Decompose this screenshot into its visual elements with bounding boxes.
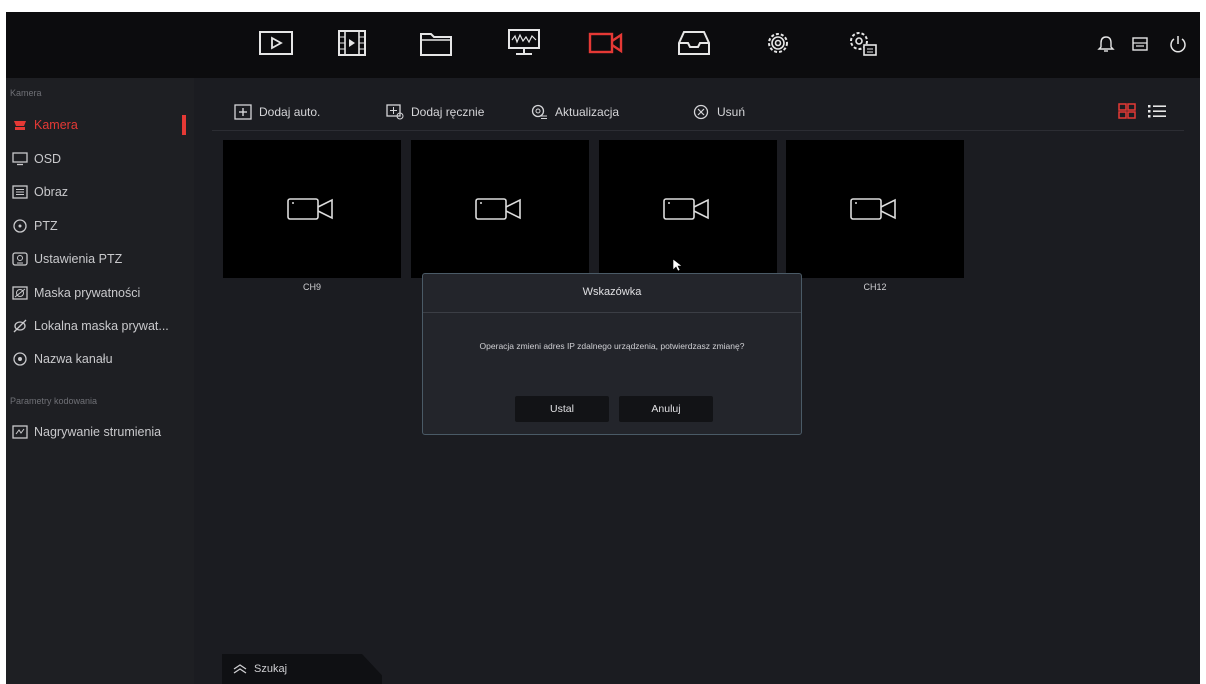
sidebar-item-label: Nagrywanie strumienia [34, 425, 162, 439]
channel-label: CH12 [863, 282, 887, 292]
folder-icon[interactable] [416, 26, 456, 60]
delete-button[interactable]: Usuń [692, 102, 745, 122]
search-tab[interactable]: Szukaj [222, 654, 382, 684]
sidebar-item-label: PTZ [34, 219, 58, 233]
mouse-cursor-icon [672, 258, 683, 272]
channel-tile-ch10[interactable] [411, 140, 589, 278]
sidebar-item-label: Lokalna maska prywat... [34, 319, 169, 333]
stream-record-icon [12, 425, 28, 439]
add-device-icon [386, 104, 404, 120]
monitor-waveform-icon[interactable] [504, 26, 544, 60]
close-circle-icon [692, 104, 710, 120]
add-manual-label: Dodaj ręcznie [411, 105, 485, 119]
sidebar-item-ptz-settings[interactable]: Ustawienia PTZ [6, 246, 194, 272]
sidebar-section-encoding-title: Parametry kodowania [10, 396, 98, 406]
sidebar-item-label: OSD [34, 152, 62, 166]
update-icon [530, 104, 548, 120]
sidebar: Kamera Kamera OSD Obraz PTZ Ustawienia P… [6, 78, 194, 684]
dialog-divider [423, 312, 801, 313]
update-button[interactable]: Aktualizacja [530, 102, 619, 122]
list-view-icon[interactable] [1146, 102, 1168, 120]
sidebar-section-camera-title: Kamera [10, 88, 42, 98]
camera-icon [475, 198, 521, 220]
channel-tile-ch11[interactable] [599, 140, 777, 278]
sidebar-item-label: Kamera [34, 118, 78, 132]
double-chevron-up-icon [232, 663, 248, 675]
dialog-message: Operacja zmieni adres IP zdalnego urządz… [479, 341, 745, 351]
channel-tile-ch12[interactable] [786, 140, 964, 278]
power-icon[interactable] [1166, 32, 1190, 56]
sidebar-item-label: Maska prywatności [34, 286, 141, 300]
image-settings-icon [12, 185, 28, 199]
sidebar-item-camera[interactable]: Kamera [6, 112, 194, 138]
top-nav-bar [6, 12, 1200, 78]
camera-icon [287, 198, 333, 220]
toolbar: Dodaj auto. Dodaj ręcznie Aktualizacja U… [212, 78, 1192, 142]
camera-icon [663, 198, 709, 220]
osd-monitor-icon [12, 152, 28, 166]
ptz-settings-icon [12, 252, 28, 266]
active-indicator [182, 115, 186, 135]
confirm-button[interactable]: Ustal [515, 396, 609, 422]
channel-name-icon [12, 352, 28, 366]
plus-box-icon [234, 104, 252, 120]
add-auto-label: Dodaj auto. [259, 105, 321, 119]
sidebar-item-label: Nazwa kanału [34, 352, 113, 366]
storage-icon[interactable] [674, 26, 714, 60]
ptz-icon [12, 219, 28, 233]
camera-icon [850, 198, 896, 220]
sidebar-item-image[interactable]: Obraz [6, 179, 194, 205]
sidebar-item-ptz[interactable]: PTZ [6, 213, 194, 239]
playback-icon[interactable] [256, 26, 296, 60]
sidebar-item-local-mask[interactable]: Lokalna maska prywat... [6, 313, 194, 339]
channel-tile-ch9[interactable] [223, 140, 401, 278]
toolbar-divider [212, 130, 1184, 131]
sidebar-item-osd[interactable]: OSD [6, 146, 194, 172]
camera-icon[interactable] [586, 26, 626, 60]
local-mask-icon [12, 319, 28, 333]
confirm-dialog: Wskazówka Operacja zmieni adres IP zdaln… [422, 273, 802, 435]
update-label: Aktualizacja [555, 105, 620, 119]
search-label: Szukaj [254, 663, 288, 675]
add-auto-button[interactable]: Dodaj auto. [234, 102, 320, 122]
bell-icon[interactable] [1094, 32, 1118, 56]
sidebar-item-stream-recording[interactable]: Nagrywanie strumienia [6, 419, 194, 445]
sidebar-item-label: Obraz [34, 185, 69, 199]
camera-icon [12, 118, 28, 132]
app-window: Kamera Kamera OSD Obraz PTZ Ustawienia P… [6, 12, 1200, 684]
sidebar-item-label: Ustawienia PTZ [34, 252, 123, 266]
dialog-title: Wskazówka [582, 286, 642, 298]
sidebar-item-channel-name[interactable]: Nazwa kanału [6, 346, 194, 372]
grid-view-icon[interactable] [1116, 102, 1138, 120]
channel-label: CH9 [302, 282, 321, 292]
drive-icon[interactable] [1128, 32, 1152, 56]
cancel-button[interactable]: Anuluj [619, 396, 713, 422]
sidebar-item-privacy-mask[interactable]: Maska prywatności [6, 280, 194, 306]
video-clip-icon[interactable] [332, 26, 372, 60]
delete-label: Usuń [717, 105, 746, 119]
add-manual-button[interactable]: Dodaj ręcznie [386, 102, 484, 122]
system-settings-icon[interactable] [842, 26, 882, 60]
settings-icon[interactable] [758, 26, 798, 60]
privacy-mask-icon [12, 286, 28, 300]
